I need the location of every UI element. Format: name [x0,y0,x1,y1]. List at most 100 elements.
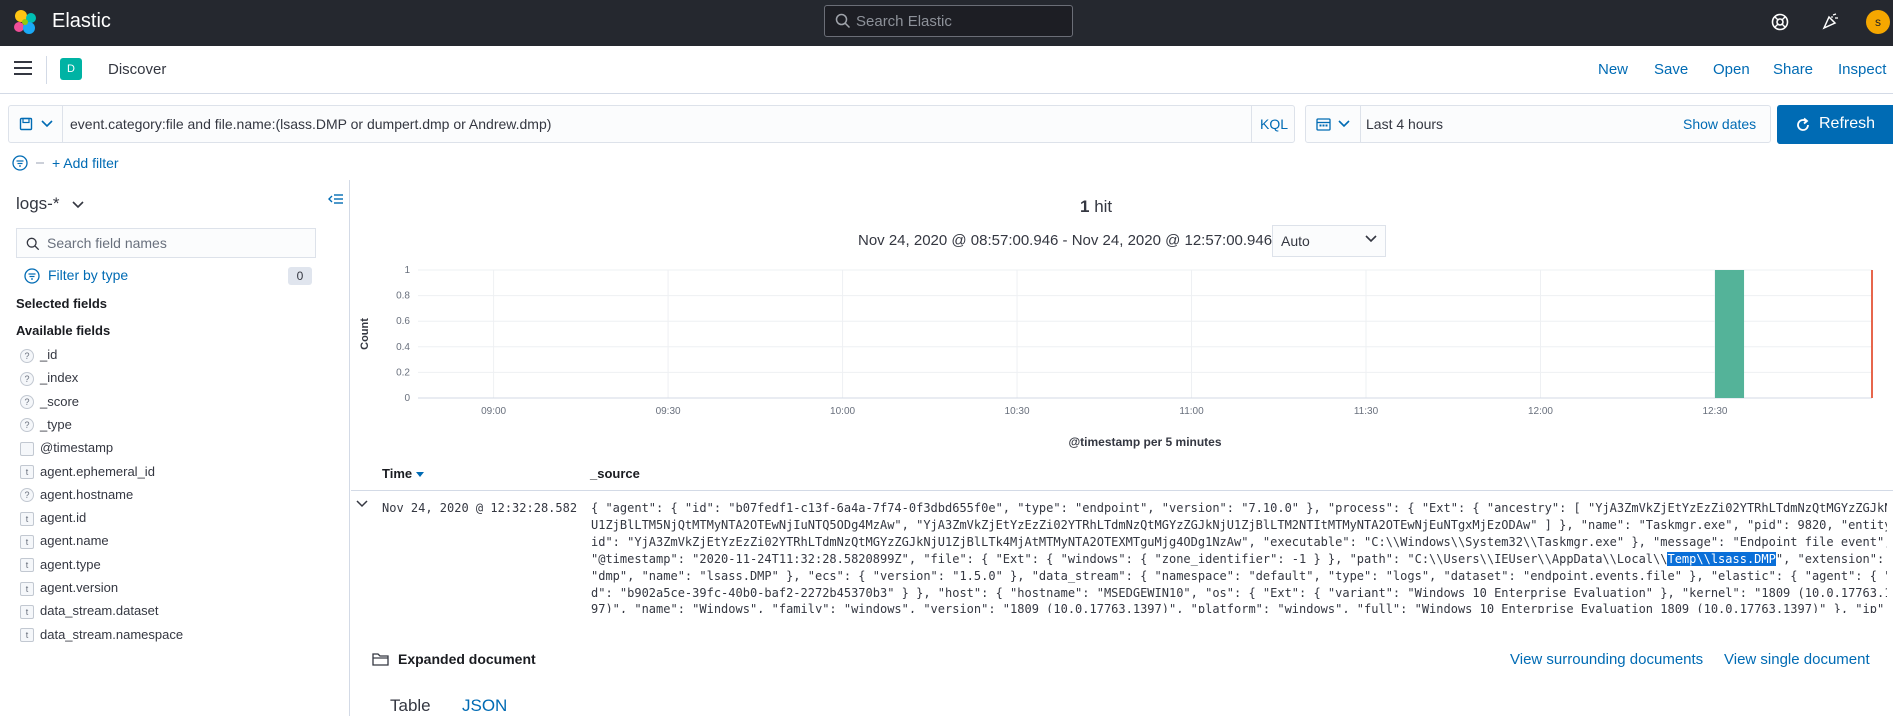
global-search-input[interactable]: Search Elastic [824,5,1073,37]
unknown-type-icon: ? [20,488,34,503]
view-surrounding-link[interactable]: View surrounding documents [1510,651,1703,668]
field-item[interactable]: t data_stream.namespace [20,627,183,645]
field-item[interactable]: t agent.id [20,510,86,528]
field-name: agent.id [40,510,87,526]
field-item[interactable]: t data_stream.dataset [20,603,159,621]
field-item[interactable]: ? _index [20,370,78,388]
field-name: agent.name [40,533,109,549]
expanded-document-title: Expanded document [398,651,536,667]
field-item[interactable]: ? _id [20,347,57,365]
tab-json[interactable]: JSON [462,696,507,716]
collapse-sidebar-icon[interactable] [328,192,344,206]
string-type-icon: t [20,604,34,619]
source-line-text: "@timestamp": "2020-11-24T11:32:28.58208… [591,551,1668,566]
query-text[interactable]: event.category:file and file.name:(lsass… [70,116,551,132]
available-fields-heading: Available fields [16,323,111,338]
interval-select[interactable]: Auto [1272,225,1386,257]
time-range-text: Nov 24, 2020 @ 08:57:00.946 - Nov 24, 20… [858,232,1273,249]
field-item[interactable]: t agent.version [20,580,118,598]
date-picker[interactable]: Last 4 hours Show dates [1305,105,1771,143]
save-link[interactable]: Save [1654,61,1688,78]
help-icon[interactable] [1770,12,1790,32]
brand-name[interactable]: Elastic [52,10,111,33]
sort-down-icon[interactable] [415,472,424,478]
share-link[interactable]: Share [1773,61,1813,78]
unknown-type-icon: ? [20,348,34,363]
unknown-type-icon: ? [20,418,34,433]
string-type-icon: t [20,511,34,526]
unknown-type-icon: ? [20,371,34,386]
field-search-placeholder: Search field names [47,235,167,251]
histogram-bar [1714,270,1745,398]
histogram-chart: 0 0.2 0.4 0.6 0.8 1 09:00 09:30 10:00 10:30 11:00 1… [359,265,1873,449]
field-sidebar: logs-* Search field names Filter by type… [0,180,350,716]
view-single-link[interactable]: View single document [1724,651,1870,668]
field-item[interactable]: t agent.ephemeral_id [20,464,155,482]
string-type-icon: t [20,558,34,573]
x-tick-label: 09:00 [481,406,506,417]
elastic-logo-icon[interactable] [12,9,38,35]
user-avatar[interactable]: s [1866,10,1890,34]
x-tick-label: 12:30 [1702,406,1727,417]
chevron-down-icon [41,120,53,128]
column-time-label: Time [382,466,413,481]
date-range-label[interactable]: Last 4 hours [1366,116,1443,132]
selected-fields-heading: Selected fields [16,296,108,311]
inspect-link[interactable]: Inspect [1838,61,1886,78]
divider [351,490,1893,491]
field-name: _id [40,347,58,362]
add-filter-button[interactable]: + Add filter [52,155,119,171]
field-item[interactable]: @timestamp [20,440,113,458]
source-line: id": "YjA3ZmVkZjEtYzEzZi02YTRhLTdmNzQtMG… [591,534,1887,549]
folder-open-icon [372,653,389,666]
refresh-label: Refresh [1819,115,1876,132]
field-item[interactable]: t agent.type [20,557,101,575]
menu-icon[interactable] [14,61,32,77]
query-input[interactable]: event.category:file and file.name:(lsass… [8,105,1295,143]
column-header-source: _source [590,466,640,481]
space-avatar[interactable]: D [60,58,82,80]
search-placeholder: Search Elastic [856,13,952,30]
field-item[interactable]: ? _score [20,394,79,412]
field-name: data_stream.dataset [40,603,159,619]
hit-count: 1 hit [1080,197,1112,217]
new-link[interactable]: New [1598,61,1628,78]
source-line: U1ZjBlLTM5NjQtMTMyNTA2OTEwNjIuNTQ5ODg4Mz… [591,517,1887,532]
y-tick-label: 0 [404,393,410,404]
field-search-input[interactable]: Search field names [16,228,316,258]
field-name: agent.hostname [40,486,134,502]
tab-table[interactable]: Table [390,696,431,716]
filter-by-type-button[interactable]: Filter by type [48,267,128,283]
chevron-down-icon[interactable] [356,500,368,508]
field-name: agent.ephemeral_id [40,463,155,479]
x-tick-label: 11:30 [1354,406,1379,417]
index-pattern-selector[interactable]: logs-* [16,194,84,214]
field-item[interactable]: ? _type [20,417,72,435]
filter-options-icon[interactable] [12,154,46,172]
search-icon [835,13,851,29]
x-tick-label: 11:00 [1179,406,1204,417]
source-line: d": "b902a5ce-39fc-40b0-baf2-2272b45370b… [591,585,1887,600]
calendar-icon [1316,118,1331,131]
field-name: _score [40,393,80,409]
refresh-button[interactable]: Refresh [1777,105,1893,144]
open-link[interactable]: Open [1713,61,1750,78]
saved-query-button[interactable] [9,106,63,142]
field-name: agent.version [40,580,119,595]
field-item[interactable]: t agent.name [20,533,109,551]
app-bar: D Discover New Save Open Share Inspect [0,46,1893,94]
y-tick-label: 1 [404,265,410,276]
field-item[interactable]: ? agent.hostname [20,487,133,505]
filter-bar [12,154,46,174]
search-icon [26,237,40,251]
show-dates-button[interactable]: Show dates [1683,116,1756,132]
query-language-button[interactable]: KQL [1251,106,1296,142]
x-tick-label: 09:30 [656,406,681,417]
column-header-time[interactable]: Time [382,466,424,481]
x-tick-label: 12:00 [1528,406,1553,417]
x-tick-label: 10:30 [1005,406,1030,417]
newsfeed-icon[interactable] [1820,12,1840,32]
interval-value: Auto [1281,233,1310,249]
string-type-icon: t [20,534,34,549]
quick-menu-button[interactable] [1306,106,1361,142]
